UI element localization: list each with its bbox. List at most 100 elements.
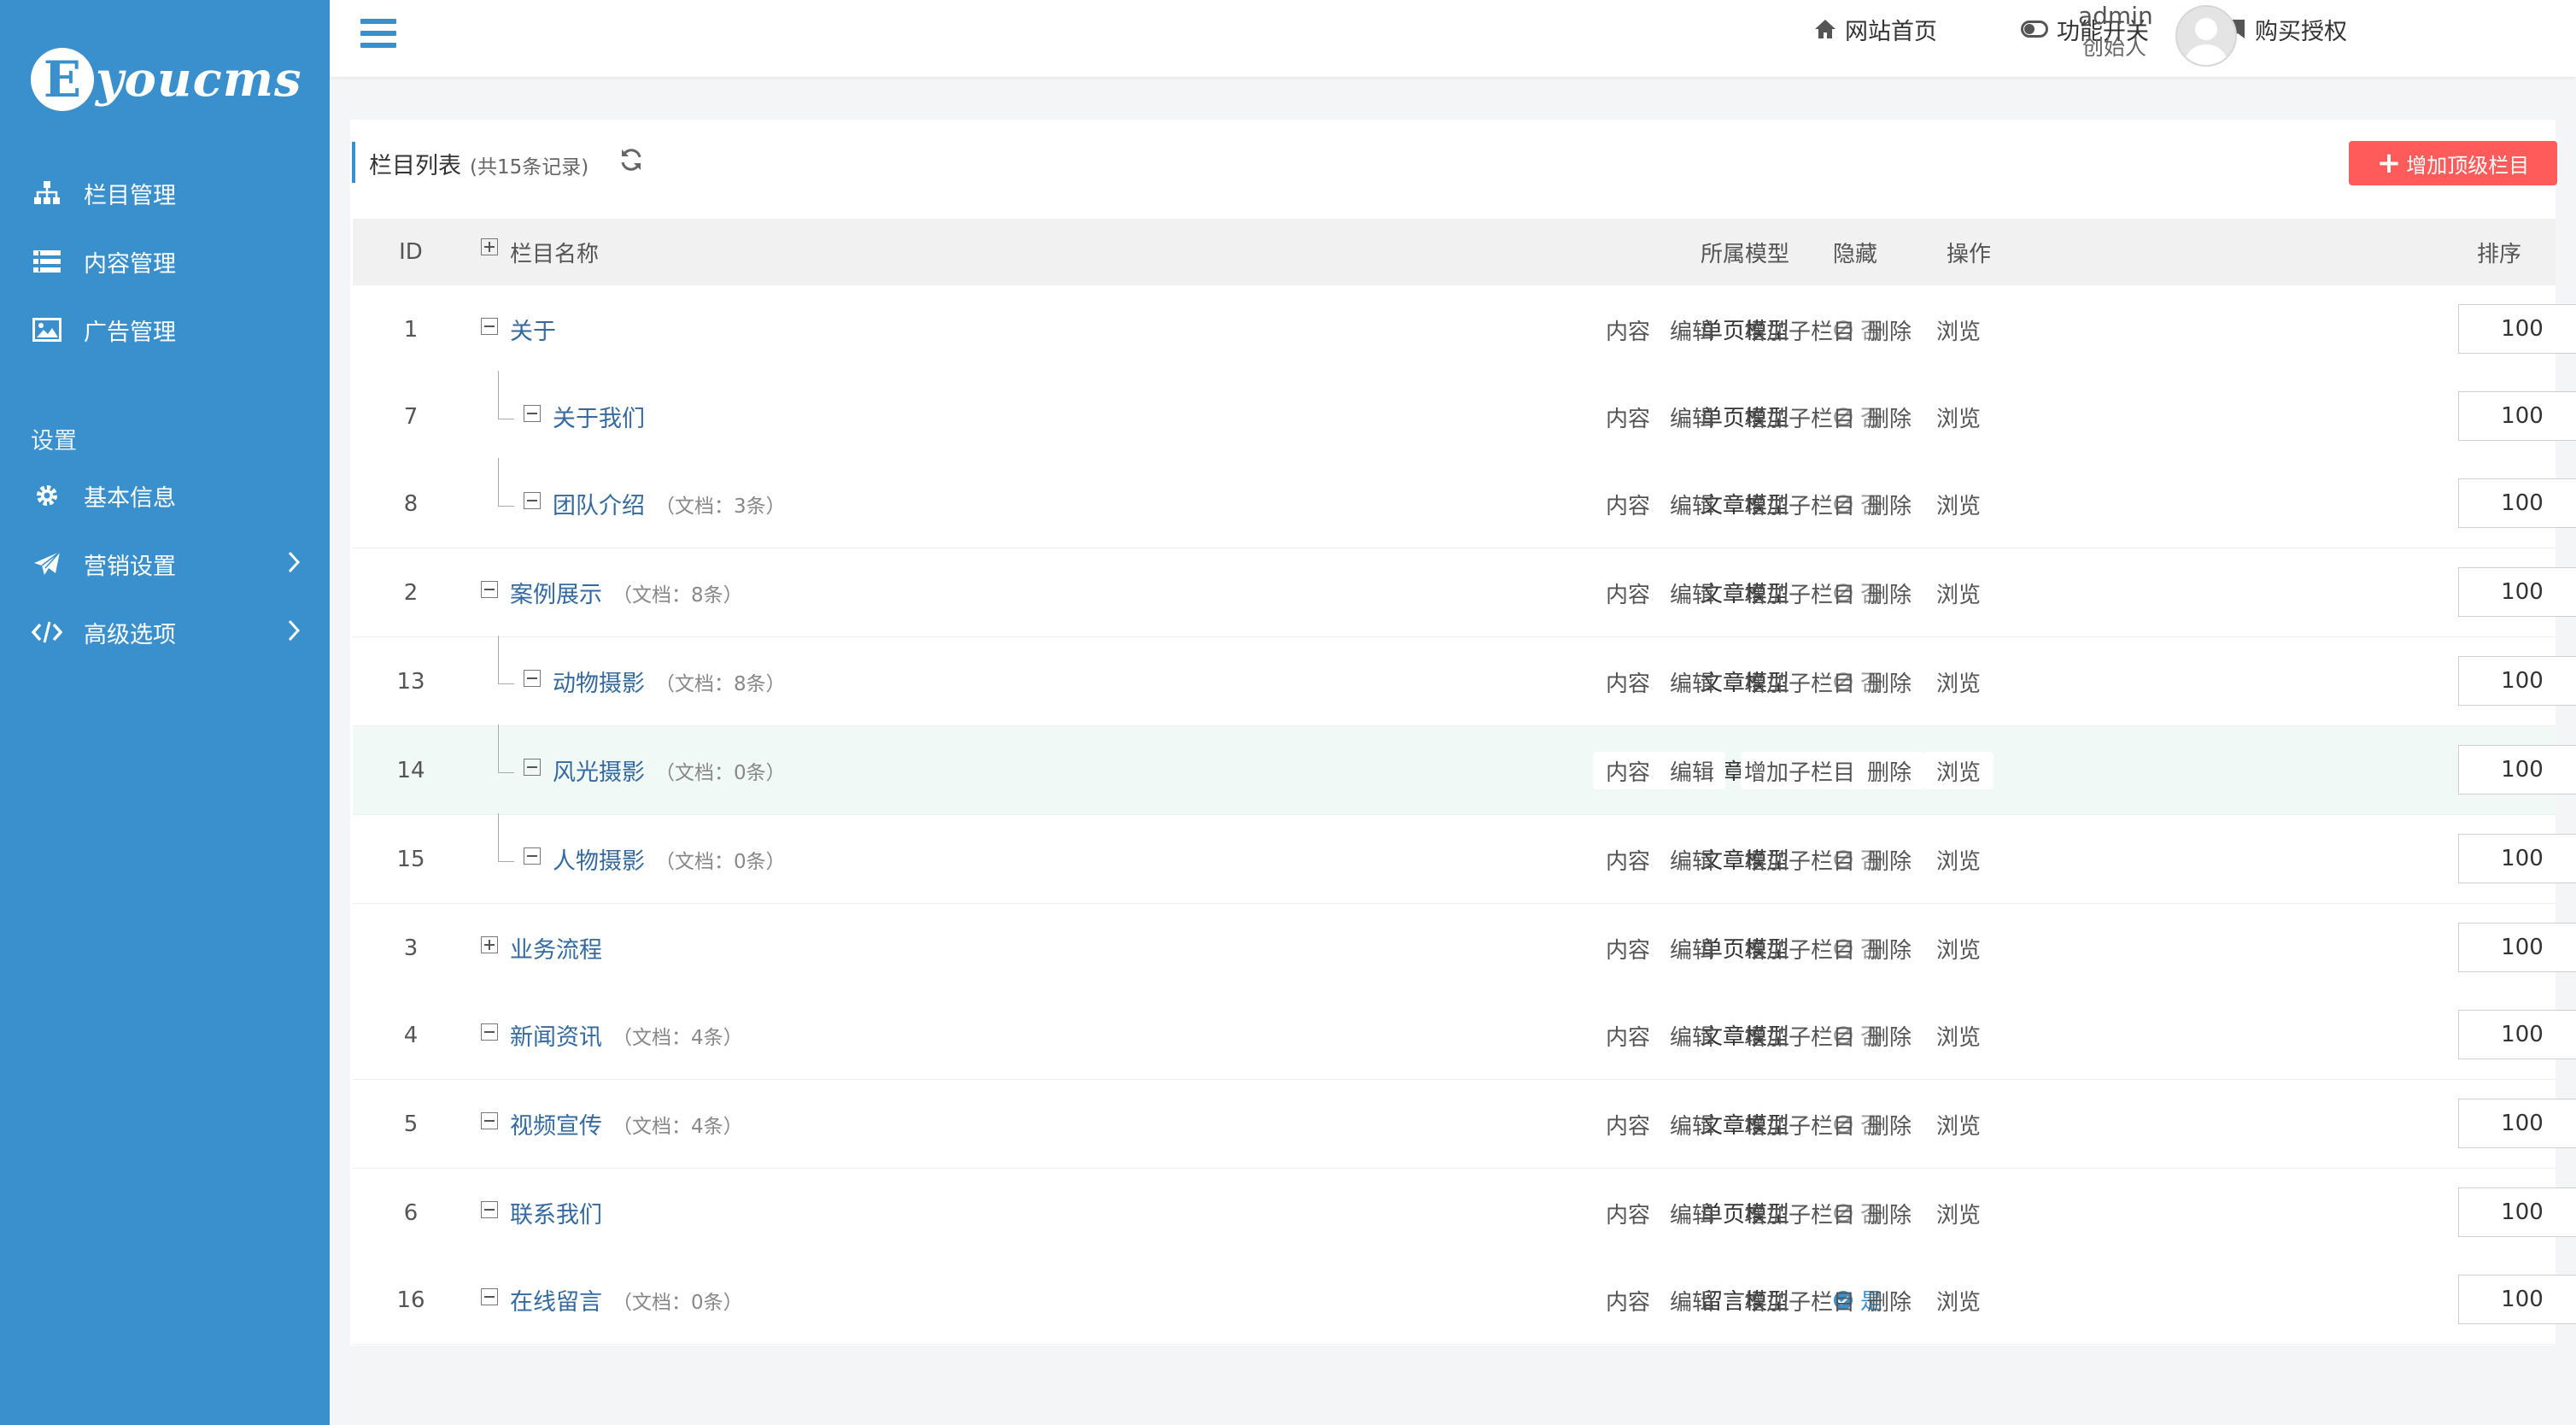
edit-button[interactable]: 编辑	[1659, 1194, 1725, 1232]
sort-order-input[interactable]	[2458, 478, 2576, 528]
edit-button[interactable]: 编辑	[1659, 752, 1725, 789]
sidebar-item-columns[interactable]: 栏目管理	[0, 159, 330, 227]
add-subcolumn-button[interactable]: 增加子栏目	[1741, 398, 1859, 436]
sort-order-input[interactable]	[2458, 304, 2576, 354]
sort-order-input[interactable]	[2458, 1099, 2576, 1148]
browse-button[interactable]: 浏览	[1923, 1105, 1993, 1143]
sort-order-input[interactable]	[2458, 834, 2576, 883]
refresh-icon[interactable]	[618, 147, 644, 176]
edit-button[interactable]: 编辑	[1659, 1281, 1725, 1319]
sort-order-input[interactable]	[2458, 656, 2576, 706]
edit-button[interactable]: 编辑	[1659, 311, 1725, 349]
browse-button[interactable]: 浏览	[1923, 929, 1993, 967]
sort-order-input[interactable]	[2458, 923, 2576, 972]
delete-button[interactable]: 删除	[1855, 398, 1923, 436]
add-subcolumn-button[interactable]: 增加子栏目	[1741, 574, 1859, 612]
delete-button[interactable]: 删除	[1855, 1105, 1923, 1143]
column-name-link[interactable]: 案例展示 （文档：8条）	[510, 548, 743, 636]
sort-order-input[interactable]	[2458, 567, 2576, 617]
column-name-link[interactable]: 团队介绍 （文档：3条）	[553, 460, 786, 548]
add-subcolumn-button[interactable]: 增加子栏目	[1741, 1105, 1859, 1143]
edit-button[interactable]: 编辑	[1659, 929, 1725, 967]
expand-all-toggle[interactable]	[481, 238, 498, 255]
column-name-link[interactable]: 动物摄影 （文档：8条）	[553, 637, 786, 725]
add-subcolumn-button[interactable]: 增加子栏目	[1741, 1281, 1859, 1319]
delete-button[interactable]: 删除	[1855, 1017, 1923, 1054]
column-name-link[interactable]: 新闻资讯 （文档：4条）	[510, 991, 743, 1079]
add-subcolumn-button[interactable]: 增加子栏目	[1741, 1017, 1859, 1054]
sort-order-input[interactable]	[2458, 1275, 2576, 1324]
brand-logo[interactable]: E youcms	[31, 41, 302, 118]
browse-button[interactable]: 浏览	[1923, 485, 1993, 523]
content-button[interactable]: 内容	[1593, 663, 1663, 701]
collapse-toggle[interactable]	[481, 1201, 498, 1218]
browse-button[interactable]: 浏览	[1923, 311, 1993, 349]
collapse-toggle[interactable]	[524, 405, 541, 422]
content-button[interactable]: 内容	[1593, 311, 1663, 349]
collapse-toggle[interactable]	[524, 759, 541, 776]
content-button[interactable]: 内容	[1593, 398, 1663, 436]
column-name-link[interactable]: 关于	[510, 285, 556, 373]
menu-toggle-icon[interactable]	[360, 19, 396, 53]
add-subcolumn-button[interactable]: 增加子栏目	[1741, 841, 1859, 878]
collapse-toggle[interactable]	[524, 847, 541, 865]
content-button[interactable]: 内容	[1593, 1105, 1663, 1143]
sidebar-item-marketing[interactable]: 营销设置	[0, 530, 330, 598]
collapse-toggle[interactable]	[481, 1023, 498, 1041]
delete-button[interactable]: 删除	[1855, 929, 1923, 967]
browse-button[interactable]: 浏览	[1923, 574, 1993, 612]
content-button[interactable]: 内容	[1593, 752, 1663, 789]
delete-button[interactable]: 删除	[1855, 841, 1923, 878]
collapse-toggle[interactable]	[481, 1288, 498, 1305]
browse-button[interactable]: 浏览	[1923, 1281, 1993, 1319]
column-name-link[interactable]: 关于我们	[553, 372, 645, 460]
edit-button[interactable]: 编辑	[1659, 841, 1725, 878]
edit-button[interactable]: 编辑	[1659, 574, 1725, 612]
column-name-link[interactable]: 风光摄影 （文档：0条）	[553, 726, 786, 814]
column-name-link[interactable]: 视频宣传 （文档：4条）	[510, 1080, 743, 1168]
sidebar-item-basic-info[interactable]: 基本信息	[0, 461, 330, 530]
add-subcolumn-button[interactable]: 增加子栏目	[1741, 752, 1859, 789]
delete-button[interactable]: 删除	[1855, 311, 1923, 349]
user-name[interactable]: admin	[2078, 2, 2153, 30]
delete-button[interactable]: 删除	[1855, 1281, 1923, 1319]
delete-button[interactable]: 删除	[1855, 663, 1923, 701]
column-name-link[interactable]: 人物摄影 （文档：0条）	[553, 815, 786, 903]
collapse-toggle[interactable]	[481, 581, 498, 598]
add-subcolumn-button[interactable]: 增加子栏目	[1741, 929, 1859, 967]
sidebar-item-advanced[interactable]: 高级选项	[0, 598, 330, 666]
content-button[interactable]: 内容	[1593, 574, 1663, 612]
content-button[interactable]: 内容	[1593, 1194, 1663, 1232]
edit-button[interactable]: 编辑	[1659, 398, 1725, 436]
content-button[interactable]: 内容	[1593, 929, 1663, 967]
delete-button[interactable]: 删除	[1855, 752, 1923, 789]
edit-button[interactable]: 编辑	[1659, 1017, 1725, 1054]
add-subcolumn-button[interactable]: 增加子栏目	[1741, 311, 1859, 349]
collapse-toggle[interactable]	[524, 670, 541, 687]
column-name-link[interactable]: 在线留言 （文档：0条）	[510, 1256, 743, 1344]
content-button[interactable]: 内容	[1593, 1017, 1663, 1054]
sort-order-input[interactable]	[2458, 1010, 2576, 1059]
sidebar-item-content[interactable]: 内容管理	[0, 227, 330, 296]
delete-button[interactable]: 删除	[1855, 574, 1923, 612]
column-name-link[interactable]: 联系我们	[510, 1169, 602, 1257]
buy-license-link[interactable]: 购买授权	[2229, 12, 2347, 46]
add-subcolumn-button[interactable]: 增加子栏目	[1741, 485, 1859, 523]
collapse-toggle[interactable]	[524, 492, 541, 509]
browse-button[interactable]: 浏览	[1923, 841, 1993, 878]
add-subcolumn-button[interactable]: 增加子栏目	[1741, 663, 1859, 701]
browse-button[interactable]: 浏览	[1923, 1017, 1993, 1054]
browse-button[interactable]: 浏览	[1923, 398, 1993, 436]
sidebar-item-ads[interactable]: 广告管理	[0, 296, 330, 364]
collapse-toggle[interactable]	[481, 1112, 498, 1129]
add-subcolumn-button[interactable]: 增加子栏目	[1741, 1194, 1859, 1232]
expand-toggle[interactable]	[481, 936, 498, 953]
edit-button[interactable]: 编辑	[1659, 485, 1725, 523]
sort-order-input[interactable]	[2458, 1188, 2576, 1237]
content-button[interactable]: 内容	[1593, 1281, 1663, 1319]
avatar[interactable]	[2175, 5, 2237, 67]
edit-button[interactable]: 编辑	[1659, 663, 1725, 701]
delete-button[interactable]: 删除	[1855, 485, 1923, 523]
browse-button[interactable]: 浏览	[1923, 752, 1993, 789]
sort-order-input[interactable]	[2458, 745, 2576, 795]
